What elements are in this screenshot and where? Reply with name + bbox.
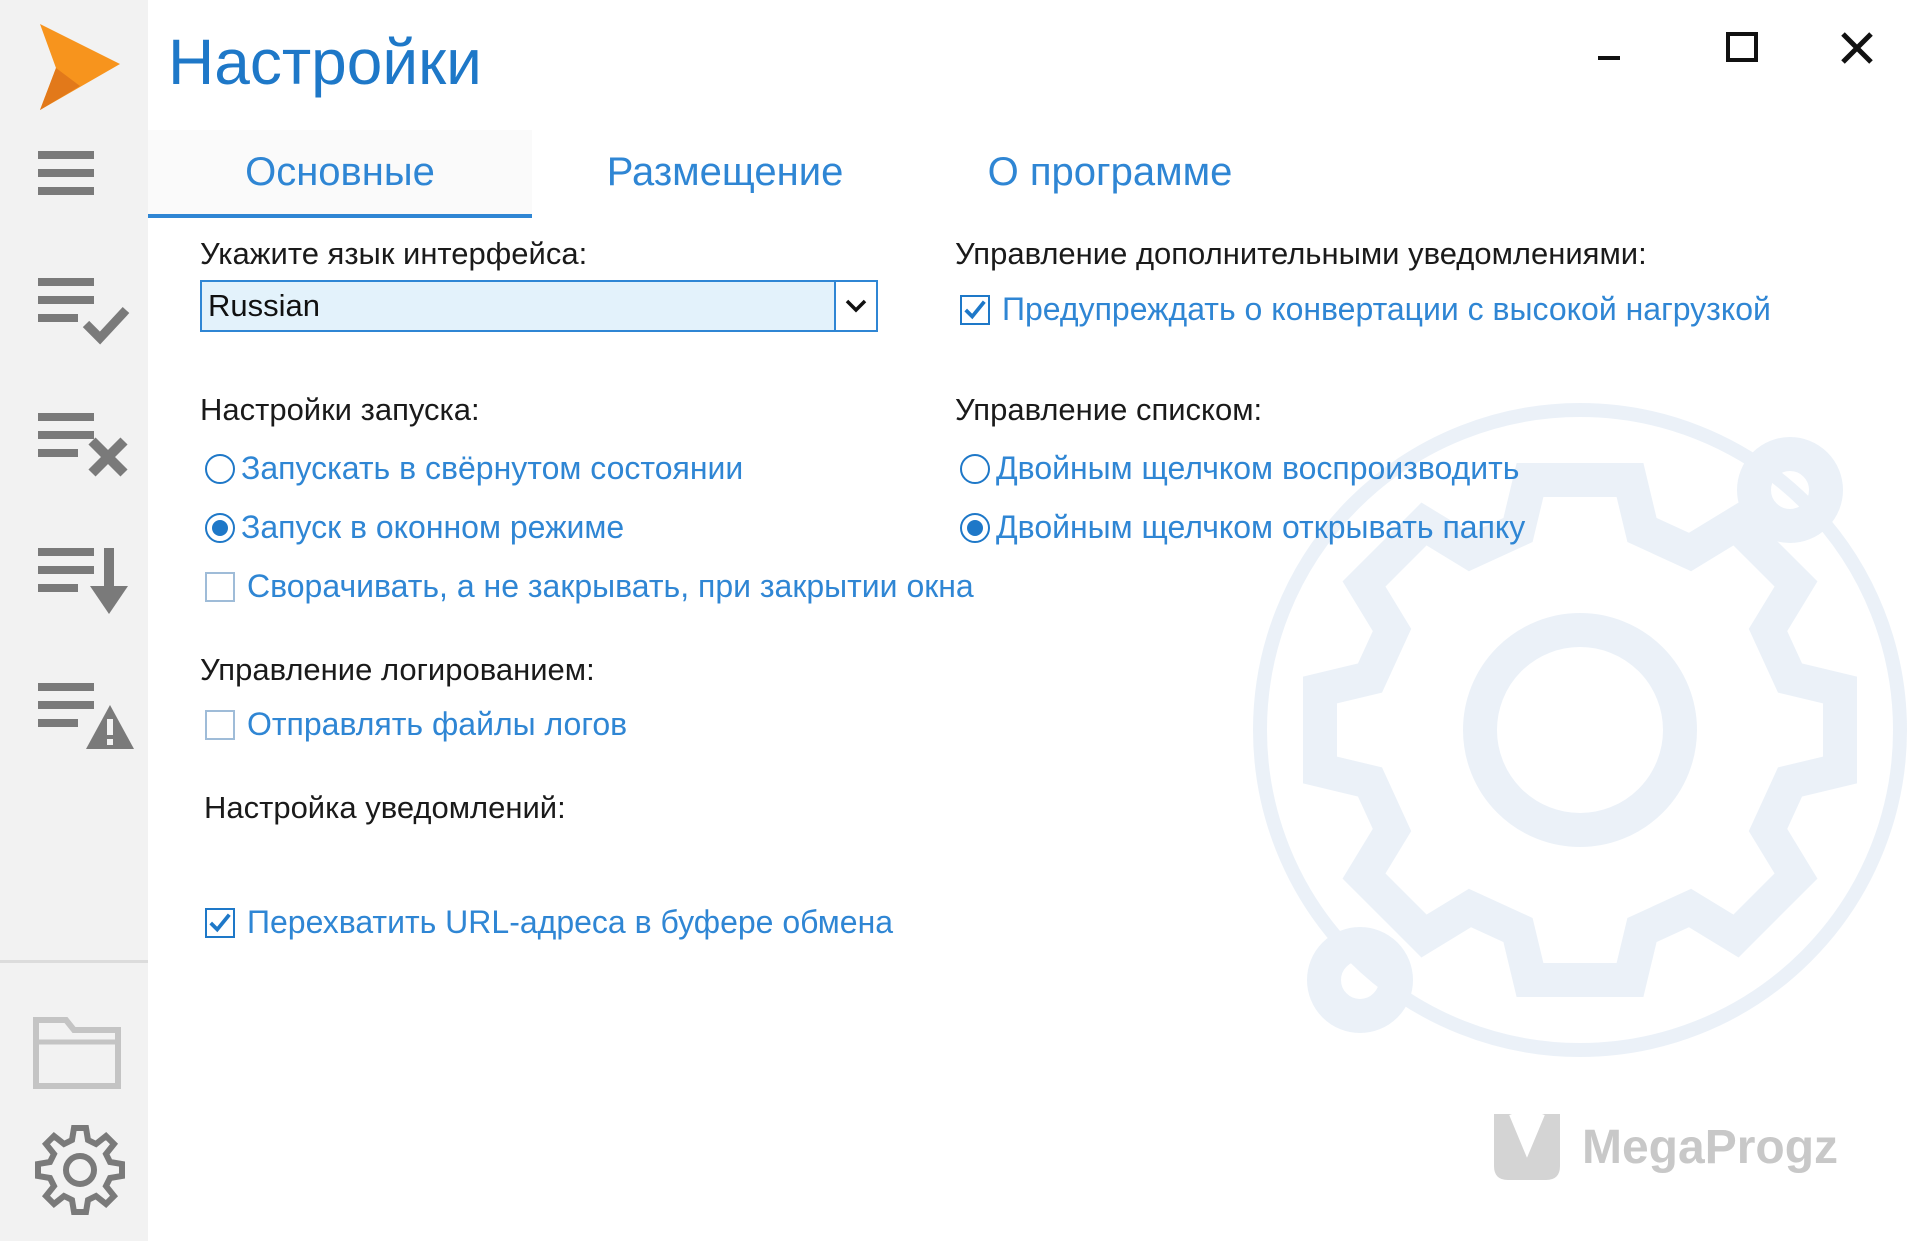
checkbox-icon [205,571,235,602]
close-button[interactable] [1822,18,1892,78]
radio-icon [205,453,235,484]
tab-placement[interactable]: Размещение [580,130,870,214]
list-warning-icon[interactable] [28,675,138,755]
minimize-on-close-label: Сворачивать, а не закрывать, при закрыти… [247,568,974,604]
list-download-icon[interactable] [28,540,138,620]
warn-high-load-label: Предупреждать о конвертации с высокой на… [1002,291,1771,327]
maximize-icon [1726,32,1758,62]
chevron-down-icon [845,299,867,313]
hamburger-menu-icon[interactable] [28,135,118,215]
checkbox-icon [205,709,235,740]
startup-settings-label: Настройки запуска: [200,392,480,427]
tab-general[interactable]: Основные [148,130,532,218]
language-label: Укажите язык интерфейса: [200,236,588,271]
minimize-icon [1598,56,1620,60]
notifications-label: Настройка уведомлений: [204,790,566,825]
window-title: Настройки [168,26,482,98]
app-logo-icon [34,20,124,115]
language-select-value: Russian [208,288,320,323]
radio-selected-icon [205,512,235,543]
warn-high-load-checkbox[interactable]: Предупреждать о конвертации с высокой на… [960,291,1771,328]
maximize-button[interactable] [1707,18,1777,78]
double-click-play-label: Двойным щелчком воспроизводить [996,450,1520,486]
radio-selected-icon [960,512,990,543]
sidebar [0,0,148,1241]
megaprogz-logo-icon [1494,1112,1560,1180]
startup-windowed-label: Запуск в оконном режиме [241,509,625,545]
intercept-urls-checkbox[interactable]: Перехватить URL-адреса в буфере обмена [205,904,893,941]
sidebar-divider [0,960,148,963]
radio-icon [960,453,990,484]
gear-icon[interactable] [30,1120,130,1220]
language-dropdown-button[interactable] [834,282,876,330]
close-icon [1841,32,1873,64]
list-management-label: Управление списком: [955,392,1263,427]
checkbox-checked-icon [205,907,235,938]
startup-minimized-label: Запускать в свёрнутом состоянии [241,450,744,486]
double-click-open-folder-label: Двойным щелчком открывать папку [996,509,1526,545]
language-select[interactable]: Russian [200,280,878,332]
checkbox-checked-icon [960,294,990,325]
logging-label: Управление логированием: [200,652,595,687]
minimize-button[interactable] [1575,18,1645,78]
list-check-icon[interactable] [28,270,138,350]
double-click-open-folder-radio[interactable]: Двойным щелчком открывать папку [960,509,1525,546]
folder-icon[interactable] [30,1010,130,1095]
list-remove-icon[interactable] [28,405,138,485]
startup-minimized-radio[interactable]: Запускать в свёрнутом состоянии [205,450,743,487]
intercept-urls-label: Перехватить URL-адреса в буфере обмена [247,904,894,940]
startup-windowed-radio[interactable]: Запуск в оконном режиме [205,509,624,546]
double-click-play-radio[interactable]: Двойным щелчком воспроизводить [960,450,1519,487]
send-logs-checkbox[interactable]: Отправлять файлы логов [205,706,627,743]
minimize-on-close-checkbox[interactable]: Сворачивать, а не закрывать, при закрыти… [205,568,974,605]
megaprogz-watermark: MegaProgz [1490,1110,1838,1184]
tab-about[interactable]: О программе [960,130,1260,214]
extra-notifications-label: Управление дополнительными уведомлениями… [955,236,1647,271]
send-logs-label: Отправлять файлы логов [247,706,628,742]
megaprogz-text: MegaProgz [1582,1120,1839,1174]
